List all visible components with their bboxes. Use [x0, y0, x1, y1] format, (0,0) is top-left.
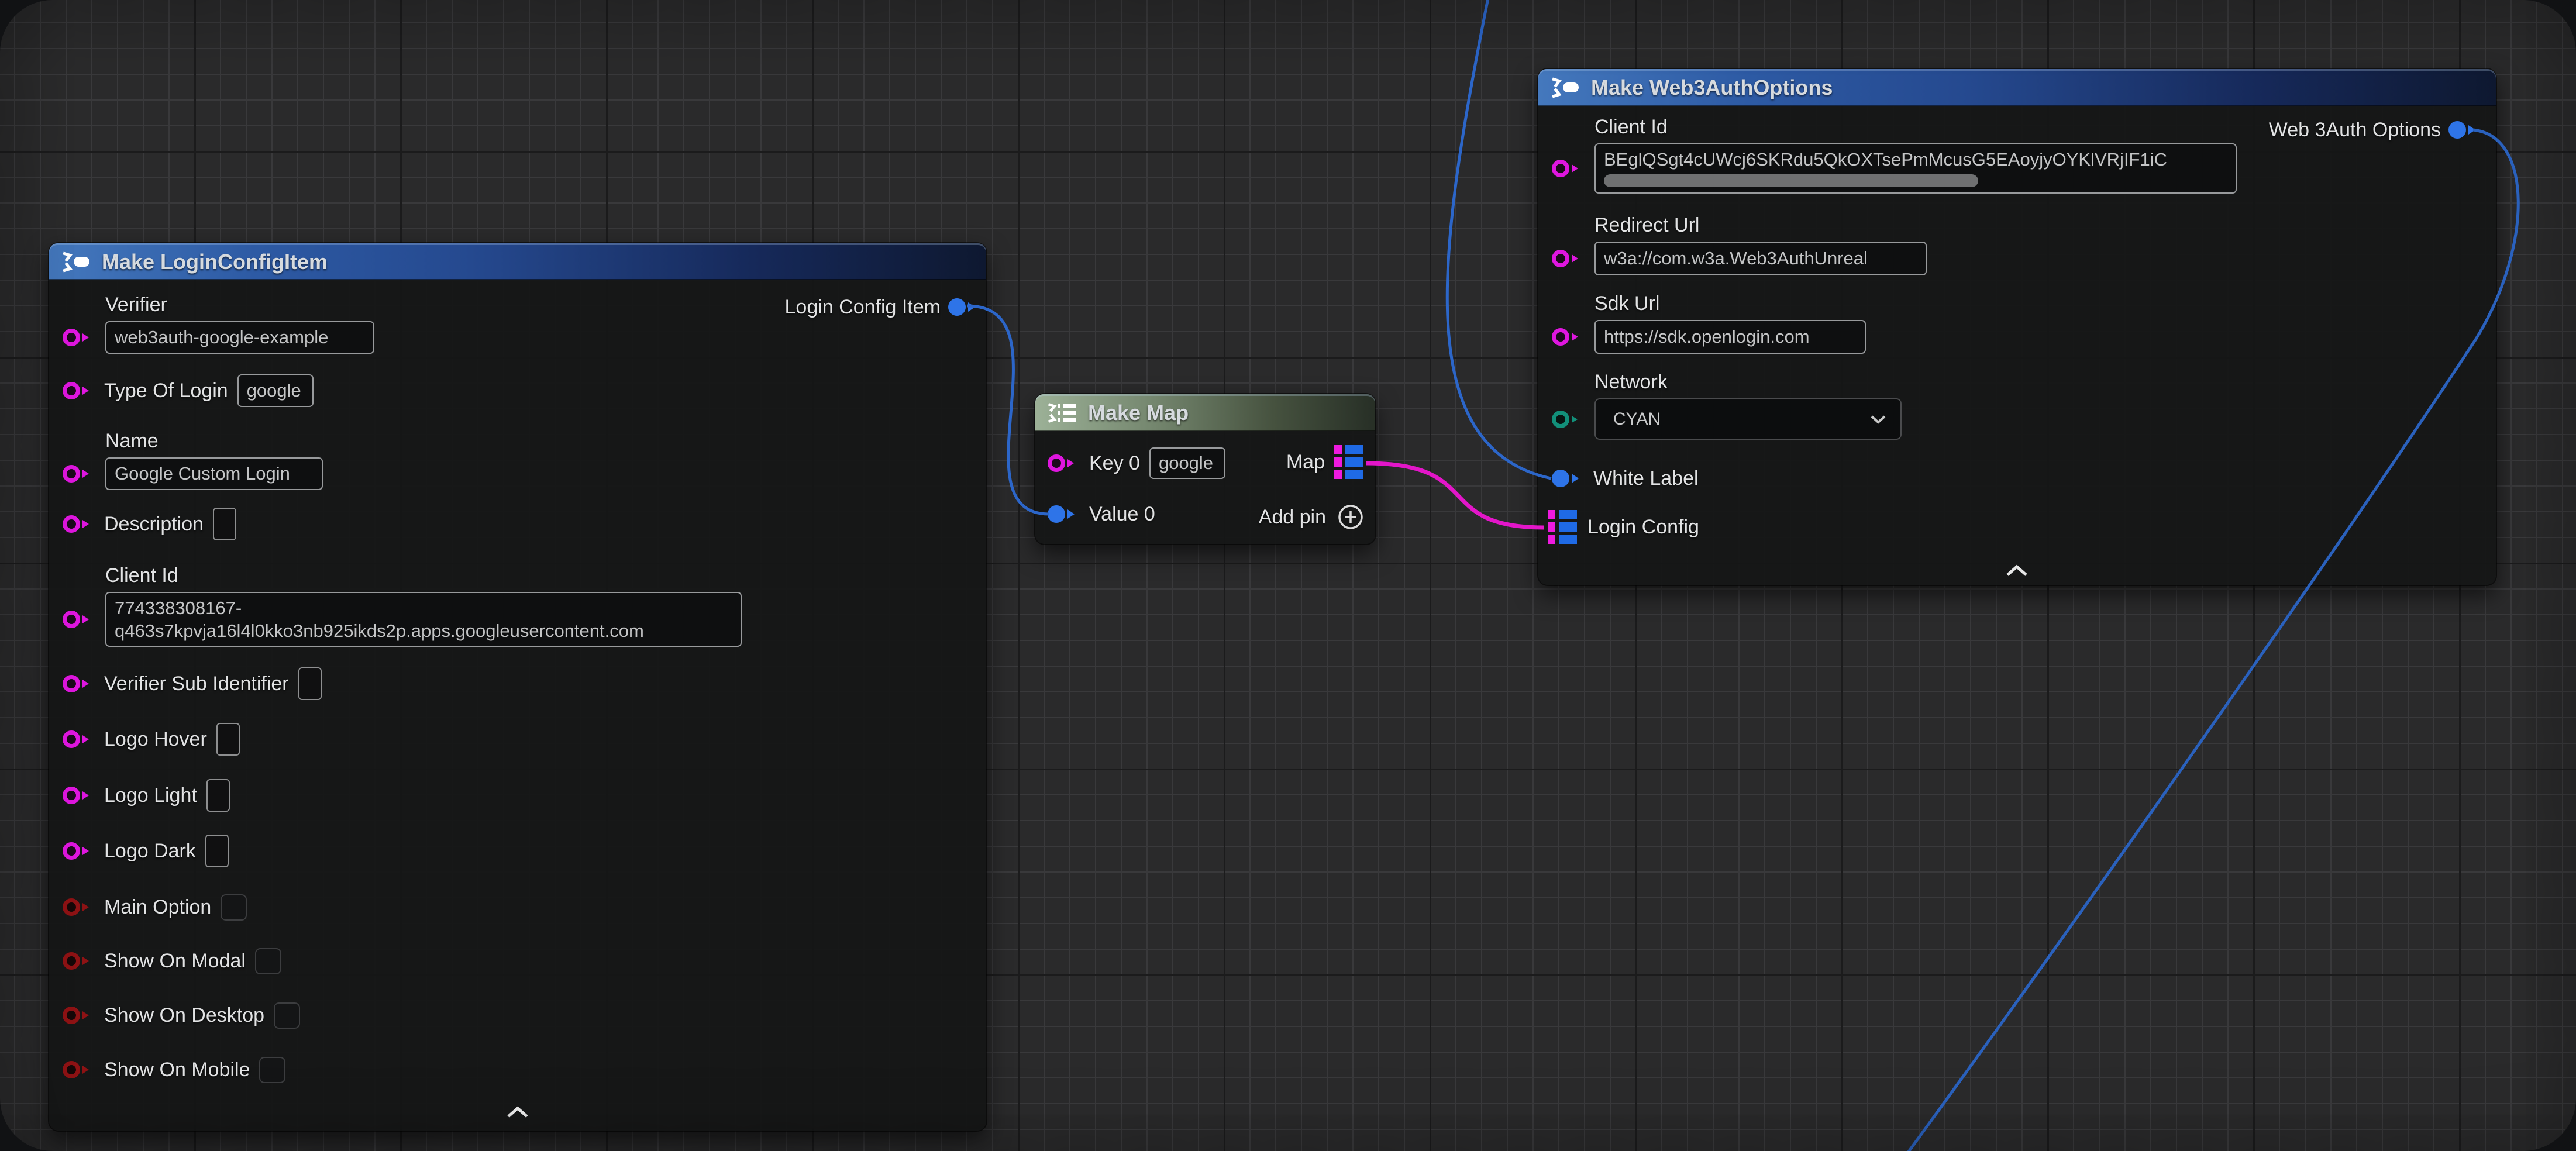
logo-hover-input[interactable] [216, 723, 240, 756]
pin-label-key-0: Key 0 [1089, 452, 1140, 475]
pin-description[interactable] [61, 512, 95, 536]
output-row: Login Config Item [785, 291, 981, 323]
pin-label-sdk-url: Sdk Url [1594, 292, 1866, 315]
pin-show-on-desktop[interactable] [61, 1004, 95, 1027]
make-map-icon [1046, 401, 1077, 425]
output-pin-label: Web 3Auth Options [2269, 119, 2441, 142]
pin-show-on-modal[interactable] [61, 949, 95, 973]
pin-network[interactable] [1550, 408, 1584, 431]
node-header[interactable]: Make Map [1035, 394, 1375, 431]
pin-label-logo-dark: Logo Dark [104, 840, 196, 863]
client-id-scrollbar[interactable] [1604, 174, 1978, 187]
pin-label-name: Name [105, 430, 323, 453]
redirect-url-input[interactable]: w3a://com.w3a.Web3AuthUnreal [1594, 242, 1927, 275]
logo-dark-input[interactable] [205, 835, 229, 867]
verifier-sub-identifier-input[interactable] [298, 667, 322, 700]
pin-type-of-login[interactable] [61, 379, 95, 402]
pin-logo-hover[interactable] [61, 728, 95, 751]
pin-label-description: Description [104, 513, 204, 536]
pin-label-network: Network [1594, 371, 1902, 394]
pin-label-verifier: Verifier [105, 294, 374, 316]
pin-white-label[interactable] [1550, 467, 1584, 490]
node-header[interactable]: Make LoginConfigItem [49, 243, 986, 280]
client-id-input[interactable]: 774338308167- q463s7kpvja16l4l0kko3nb925… [105, 592, 742, 647]
collapse-chevron-icon[interactable] [2004, 564, 2030, 577]
blueprint-canvas: Make LoginConfigItem Login Config Item V… [0, 0, 2576, 1151]
pin-label-logo-hover: Logo Hover [104, 728, 207, 751]
pin-label-type-of-login: Type Of Login [104, 380, 228, 402]
pin-label-show-on-mobile: Show On Mobile [104, 1059, 250, 1081]
node-make-web3authoptions: Make Web3AuthOptions Web 3Auth Options C… [1538, 69, 2496, 585]
pin-login-config[interactable] [1547, 510, 1578, 544]
pin-verifier[interactable] [61, 326, 95, 349]
description-input[interactable] [213, 508, 236, 540]
network-dropdown[interactable]: CYAN [1594, 398, 1902, 440]
network-selected-value: CYAN [1613, 409, 1661, 429]
add-pin-icon[interactable] [1337, 503, 1365, 531]
pin-sdk-url[interactable] [1550, 325, 1584, 349]
pin-logo-dark[interactable] [61, 839, 95, 863]
pin-label-client-id: Client Id [1594, 116, 2237, 139]
pin-label-client-id: Client Id [105, 564, 742, 587]
client-id-value: BEglQSgt4cUWcj6SKRdu5QkOXTsePmMcusG5EAoy… [1604, 148, 2167, 171]
pin-label-logo-light: Logo Light [104, 784, 197, 807]
pin-web3auth-options-out[interactable] [2447, 118, 2481, 142]
pin-label-main-option: Main Option [104, 896, 211, 919]
node-title: Make Web3AuthOptions [1591, 75, 1833, 100]
pin-login-config-item-out[interactable] [946, 295, 980, 319]
key-0-input[interactable]: google [1149, 447, 1225, 479]
make-struct-icon [60, 249, 91, 275]
verifier-input[interactable]: web3auth-google-example [105, 321, 374, 354]
output-pin-label: Map [1286, 451, 1325, 474]
pin-label-redirect-url: Redirect Url [1594, 214, 1927, 237]
pin-verifier-sub-identifier[interactable] [61, 672, 95, 695]
chevron-down-icon [1870, 415, 1886, 424]
node-header[interactable]: Make Web3AuthOptions [1538, 69, 2496, 106]
pin-main-option[interactable] [61, 895, 95, 919]
add-pin-label: Add pin [1259, 506, 1326, 529]
pin-show-on-mobile[interactable] [61, 1058, 95, 1081]
pin-value-0[interactable] [1046, 502, 1080, 526]
pin-label-login-config: Login Config [1587, 516, 1699, 539]
pin-logo-light[interactable] [61, 784, 95, 807]
node-title: Make LoginConfigItem [102, 250, 328, 274]
pin-label-verifier-sub-identifier: Verifier Sub Identifier [104, 673, 289, 695]
show-on-desktop-checkbox[interactable] [274, 1002, 300, 1029]
make-struct-icon [1549, 74, 1580, 101]
name-input[interactable]: Google Custom Login [105, 457, 323, 490]
client-id-line2: q463s7kpvja16l4l0kko3nb925ikds2p.apps.go… [115, 619, 644, 642]
pin-key-0[interactable] [1046, 452, 1080, 475]
type-of-login-input[interactable]: google [237, 374, 314, 407]
pin-label-value-0: Value 0 [1089, 503, 1155, 526]
pin-client-id[interactable] [61, 608, 95, 631]
show-on-modal-checkbox[interactable] [255, 948, 281, 974]
client-id-input[interactable]: BEglQSgt4cUWcj6SKRdu5QkOXTsePmMcusG5EAoy… [1594, 143, 2237, 194]
node-make-map: Make Map Key 0 google Map Value 0 [1035, 394, 1375, 544]
collapse-chevron-icon[interactable] [505, 1106, 531, 1119]
pin-map-out[interactable] [1333, 445, 1365, 479]
pin-label-white-label: White Label [1593, 467, 1699, 490]
client-id-line1: 774338308167- [115, 597, 242, 619]
pin-name[interactable] [61, 462, 95, 485]
sdk-url-input[interactable]: https://sdk.openlogin.com [1594, 320, 1866, 354]
node-make-loginconfigitem: Make LoginConfigItem Login Config Item V… [49, 243, 986, 1131]
output-pin-label: Login Config Item [785, 296, 941, 319]
pin-redirect-url[interactable] [1550, 247, 1584, 270]
pin-client-id[interactable] [1550, 157, 1584, 180]
show-on-mobile-checkbox[interactable] [259, 1057, 285, 1083]
node-title: Make Map [1088, 401, 1189, 425]
logo-light-input[interactable] [206, 779, 230, 812]
pin-label-show-on-desktop: Show On Desktop [104, 1004, 264, 1027]
main-option-checkbox[interactable] [221, 894, 247, 921]
pin-label-show-on-modal: Show On Modal [104, 950, 246, 973]
